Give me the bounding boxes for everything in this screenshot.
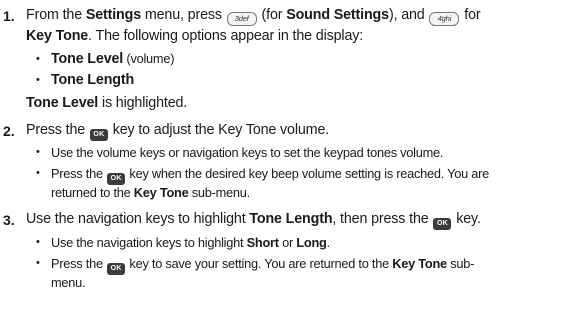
option-tone-level: Tone Level (volume) xyxy=(51,51,175,67)
step-1-line-2: Key Tone. The following options appear i… xyxy=(26,28,364,44)
step-1-line-1: From the Settings menu, press 3def (for … xyxy=(26,7,481,26)
key-4-ghi-icon: 4ghi xyxy=(429,12,460,26)
step-2-sub-2-line-2: returned to the Key Tone sub-menu. xyxy=(51,185,250,200)
bullet-icon: • xyxy=(36,167,40,179)
ok-key-icon: OK xyxy=(433,218,452,230)
manual-page: 1. From the Settings menu, press 3def (f… xyxy=(0,0,587,336)
ok-key-icon: OK xyxy=(89,129,108,141)
step-3-sub-2-line-2: menu. xyxy=(51,275,86,290)
key-3-def-icon: 3def xyxy=(226,12,257,26)
step-3-line-1: Use the navigation keys to highlight Ton… xyxy=(26,211,481,230)
step-3-sub-2-line-1: Press the OK key to save your setting. Y… xyxy=(51,256,474,275)
step-2-sub-1: Use the volume keys or navigation keys t… xyxy=(51,145,444,160)
bullet-icon: • xyxy=(36,236,40,248)
step-1-number: 1. xyxy=(3,8,15,24)
step-3-number: 3. xyxy=(3,212,15,228)
bullet-icon: • xyxy=(36,257,40,269)
step-3-sub-1: Use the navigation keys to highlight Sho… xyxy=(51,235,330,250)
bullet-icon: • xyxy=(36,74,40,86)
key-tone-label: Key Tone xyxy=(26,28,89,44)
step-1-after: Tone Level is highlighted. xyxy=(26,95,188,111)
settings-menu-label: Settings xyxy=(85,7,142,23)
ok-key-icon: OK xyxy=(107,173,126,185)
sound-settings-label: Sound Settings xyxy=(286,7,389,23)
step-2-line-1: Press the OK key to adjust the Key Tone … xyxy=(26,122,329,141)
option-tone-length: Tone Length xyxy=(51,72,135,88)
bullet-icon: • xyxy=(36,146,40,158)
bullet-icon: • xyxy=(36,53,40,65)
step-2-sub-2-line-1: Press the OK key when the desired key be… xyxy=(51,166,489,185)
step-2-number: 2. xyxy=(3,123,15,139)
ok-key-icon: OK xyxy=(107,263,126,275)
